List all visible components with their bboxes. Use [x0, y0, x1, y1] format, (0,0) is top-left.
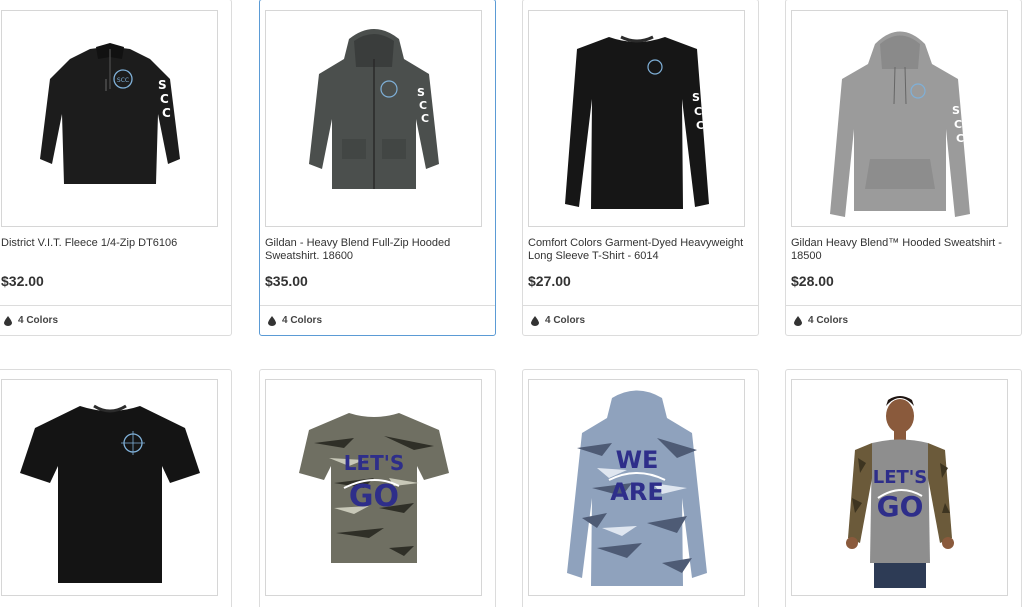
product-image[interactable]	[1, 379, 218, 596]
color-count-label: 4 Colors	[808, 315, 849, 326]
product-title[interactable]: Gildan - Heavy Blend Full-Zip Hooded Swe…	[265, 237, 491, 263]
svg-text:C: C	[696, 119, 704, 132]
print-text: ARE	[610, 478, 663, 506]
product-image[interactable]: S C C	[791, 10, 1008, 227]
color-count[interactable]: 4 Colors	[786, 305, 1021, 335]
color-drop-icon	[531, 315, 539, 326]
color-drop-icon	[268, 315, 276, 326]
product-image[interactable]: LET'S GO	[791, 379, 1008, 596]
svg-text:C: C	[421, 112, 429, 125]
product-image[interactable]: LET'S GO	[265, 379, 482, 596]
svg-text:C: C	[162, 106, 171, 120]
print-text: LET'S	[872, 467, 927, 488]
product-card[interactable]: SCC S C C District V.I.T. Fleece 1/4-Zip…	[0, 0, 232, 336]
product-card[interactable]: WE ARE	[522, 369, 759, 607]
color-count-label: 4 Colors	[18, 315, 59, 326]
product-card[interactable]: S C C Gildan Heavy Blend™ Hooded Sweatsh…	[785, 0, 1022, 336]
product-card[interactable]: S C C Gildan - Heavy Blend Full-Zip Hood…	[259, 0, 496, 336]
product-title[interactable]: District V.I.T. Fleece 1/4-Zip DT6106	[1, 237, 227, 250]
svg-text:S: S	[692, 91, 700, 104]
color-count[interactable]: 4 Colors	[0, 305, 231, 335]
product-image[interactable]: S C C	[528, 10, 745, 227]
product-price: $27.00	[528, 273, 571, 289]
product-card[interactable]	[0, 369, 232, 607]
print-text: GO	[348, 479, 398, 514]
product-card[interactable]: LET'S GO	[259, 369, 496, 607]
color-count[interactable]: 4 Colors	[260, 305, 495, 335]
svg-text:S: S	[158, 78, 167, 92]
product-price: $35.00	[265, 273, 308, 289]
svg-text:C: C	[419, 99, 427, 112]
product-image[interactable]: WE ARE	[528, 379, 745, 596]
color-count-label: 4 Colors	[282, 315, 323, 326]
product-title[interactable]: Gildan Heavy Blend™ Hooded Sweatshirt - …	[791, 237, 1017, 263]
product-price: $28.00	[791, 273, 834, 289]
product-card[interactable]: S C C Comfort Colors Garment-Dyed Heavyw…	[522, 0, 759, 336]
product-image[interactable]: SCC S C C	[1, 10, 218, 227]
svg-text:C: C	[160, 92, 169, 106]
color-drop-icon	[794, 315, 802, 326]
svg-text:C: C	[956, 132, 964, 145]
print-text: LET'S	[343, 451, 404, 475]
product-card[interactable]: LET'S GO	[785, 369, 1022, 607]
product-price: $32.00	[1, 273, 44, 289]
logo-text: SCC	[116, 77, 128, 84]
svg-text:C: C	[694, 105, 702, 118]
color-count-label: 4 Colors	[545, 315, 586, 326]
svg-text:S: S	[417, 86, 425, 99]
color-count[interactable]: 4 Colors	[523, 305, 758, 335]
product-title[interactable]: Comfort Colors Garment-Dyed Heavyweight …	[528, 237, 754, 263]
color-drop-icon	[4, 315, 12, 326]
product-image[interactable]: S C C	[265, 10, 482, 227]
svg-text:S: S	[952, 104, 960, 117]
svg-text:C: C	[954, 118, 962, 131]
print-text: WE	[615, 446, 658, 474]
